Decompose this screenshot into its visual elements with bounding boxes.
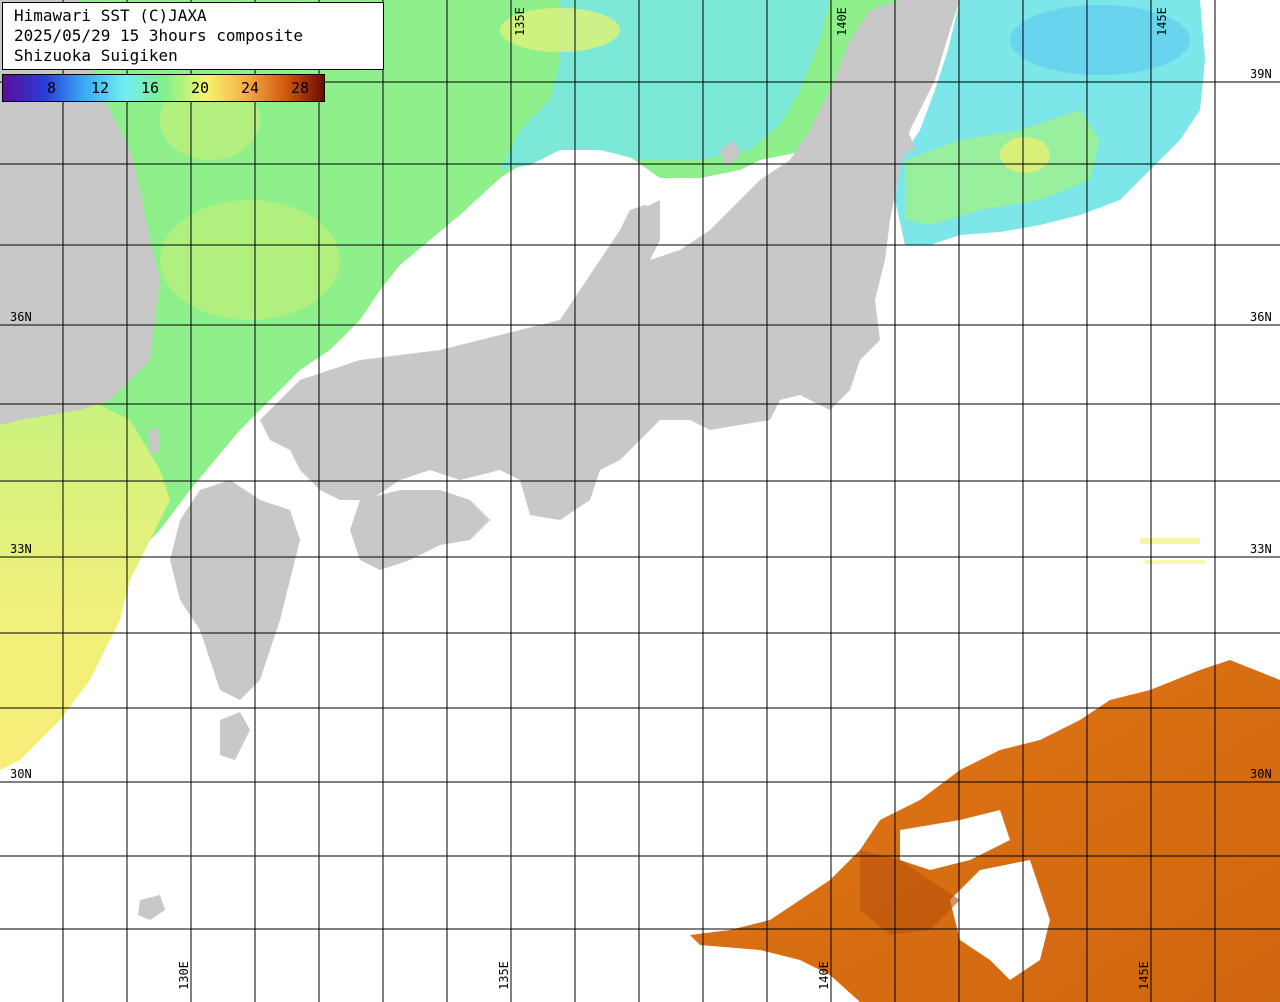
lat-label-36n-left: 36N [10,310,32,324]
lon-label-135e-top: 135E [513,7,527,36]
lat-label-30n-right: 30N [1250,767,1272,781]
lon-label-135e-bottom: 135E [497,961,511,990]
title-line-1: Himawari SST (C)JAXA [14,6,207,25]
colorbar-tick: 8 [47,79,57,97]
lat-label-30n-left: 30N [10,767,32,781]
lon-label-145e-bottom: 145E [1137,961,1151,990]
title-line-2: 2025/05/29 15 3hours composite [14,26,303,45]
sst-colorbar: 8 12 16 20 24 28 [2,74,325,102]
colorbar-tick: 24 [241,79,260,97]
title-box: Himawari SST (C)JAXA 2025/05/29 15 3hour… [2,2,384,70]
sst-map: 39N 36N 36N 33N 33N 30N 30N 135E 140E 14… [0,0,1280,1002]
colorbar-tick: 16 [141,79,160,97]
lon-label-140e-top: 140E [835,7,849,36]
lat-label-39n-right: 39N [1250,67,1272,81]
lon-label-145e-top: 145E [1155,7,1169,36]
colorbar-tick: 20 [191,79,210,97]
sst-sanriku-eddy [1000,137,1050,173]
sst-fragment [1145,560,1205,564]
colorbar-tick: 28 [291,79,310,97]
title-line-3: Shizuoka Suigiken [14,46,178,65]
lon-label-130e-bottom: 130E [177,961,191,990]
lon-label-140e-bottom: 140E [817,961,831,990]
sst-fragment [1140,538,1200,544]
sst-warm-patch [160,200,340,320]
lat-label-33n-left: 33N [10,542,32,556]
lat-label-36n-right: 36N [1250,310,1272,324]
colorbar-tick: 12 [91,79,110,97]
lat-label-33n-right: 33N [1250,542,1272,556]
